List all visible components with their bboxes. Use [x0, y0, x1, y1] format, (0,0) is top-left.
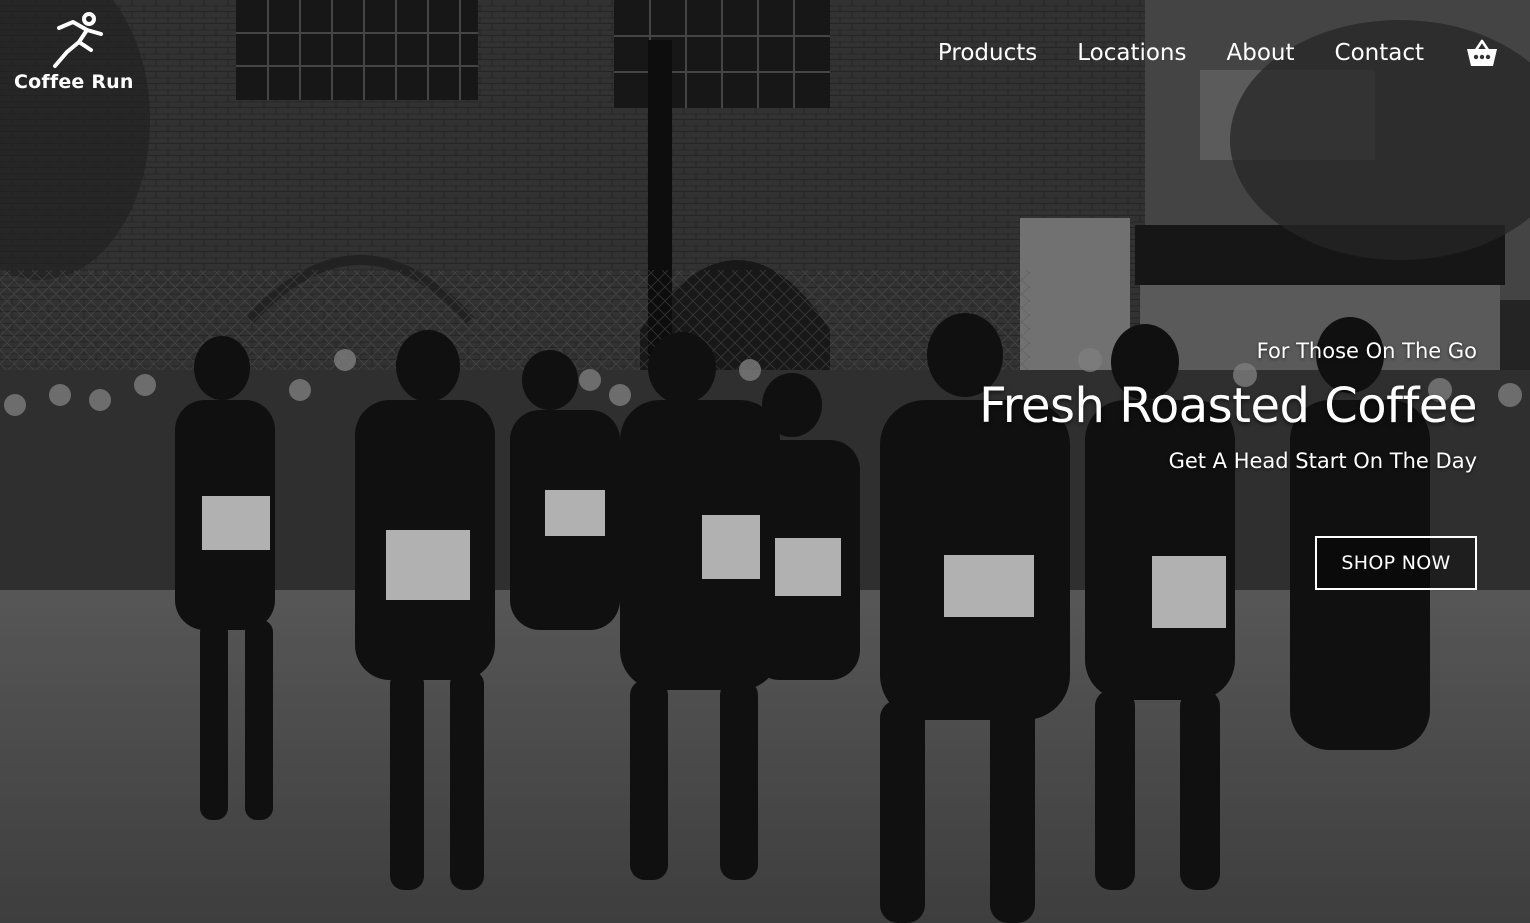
hero-copy: For Those On The Go Fresh Roasted Coffee…	[979, 336, 1477, 476]
hero-subline: Get A Head Start On The Day	[1168, 449, 1477, 473]
nav-item-about[interactable]: About	[1227, 36, 1295, 70]
nav-item-locations[interactable]: Locations	[1077, 36, 1186, 70]
hero-kicker: For Those On The Go	[1256, 339, 1477, 363]
running-figure-icon	[53, 12, 103, 68]
brand-logo[interactable]: Coffee Run	[14, 10, 136, 93]
cart-button[interactable]	[1464, 36, 1500, 70]
hero-section: Coffee Run Products Locations About Cont…	[0, 0, 1530, 923]
main-nav: Products Locations About Contact	[898, 36, 1500, 70]
brand-name: Coffee Run	[14, 71, 134, 93]
nav-item-contact[interactable]: Contact	[1335, 36, 1424, 70]
shopping-basket-icon	[1467, 39, 1497, 66]
hero-headline: Fresh Roasted Coffee	[979, 378, 1477, 434]
shop-now-button[interactable]: SHOP NOW	[1315, 536, 1477, 590]
nav-item-products[interactable]: Products	[938, 36, 1037, 70]
